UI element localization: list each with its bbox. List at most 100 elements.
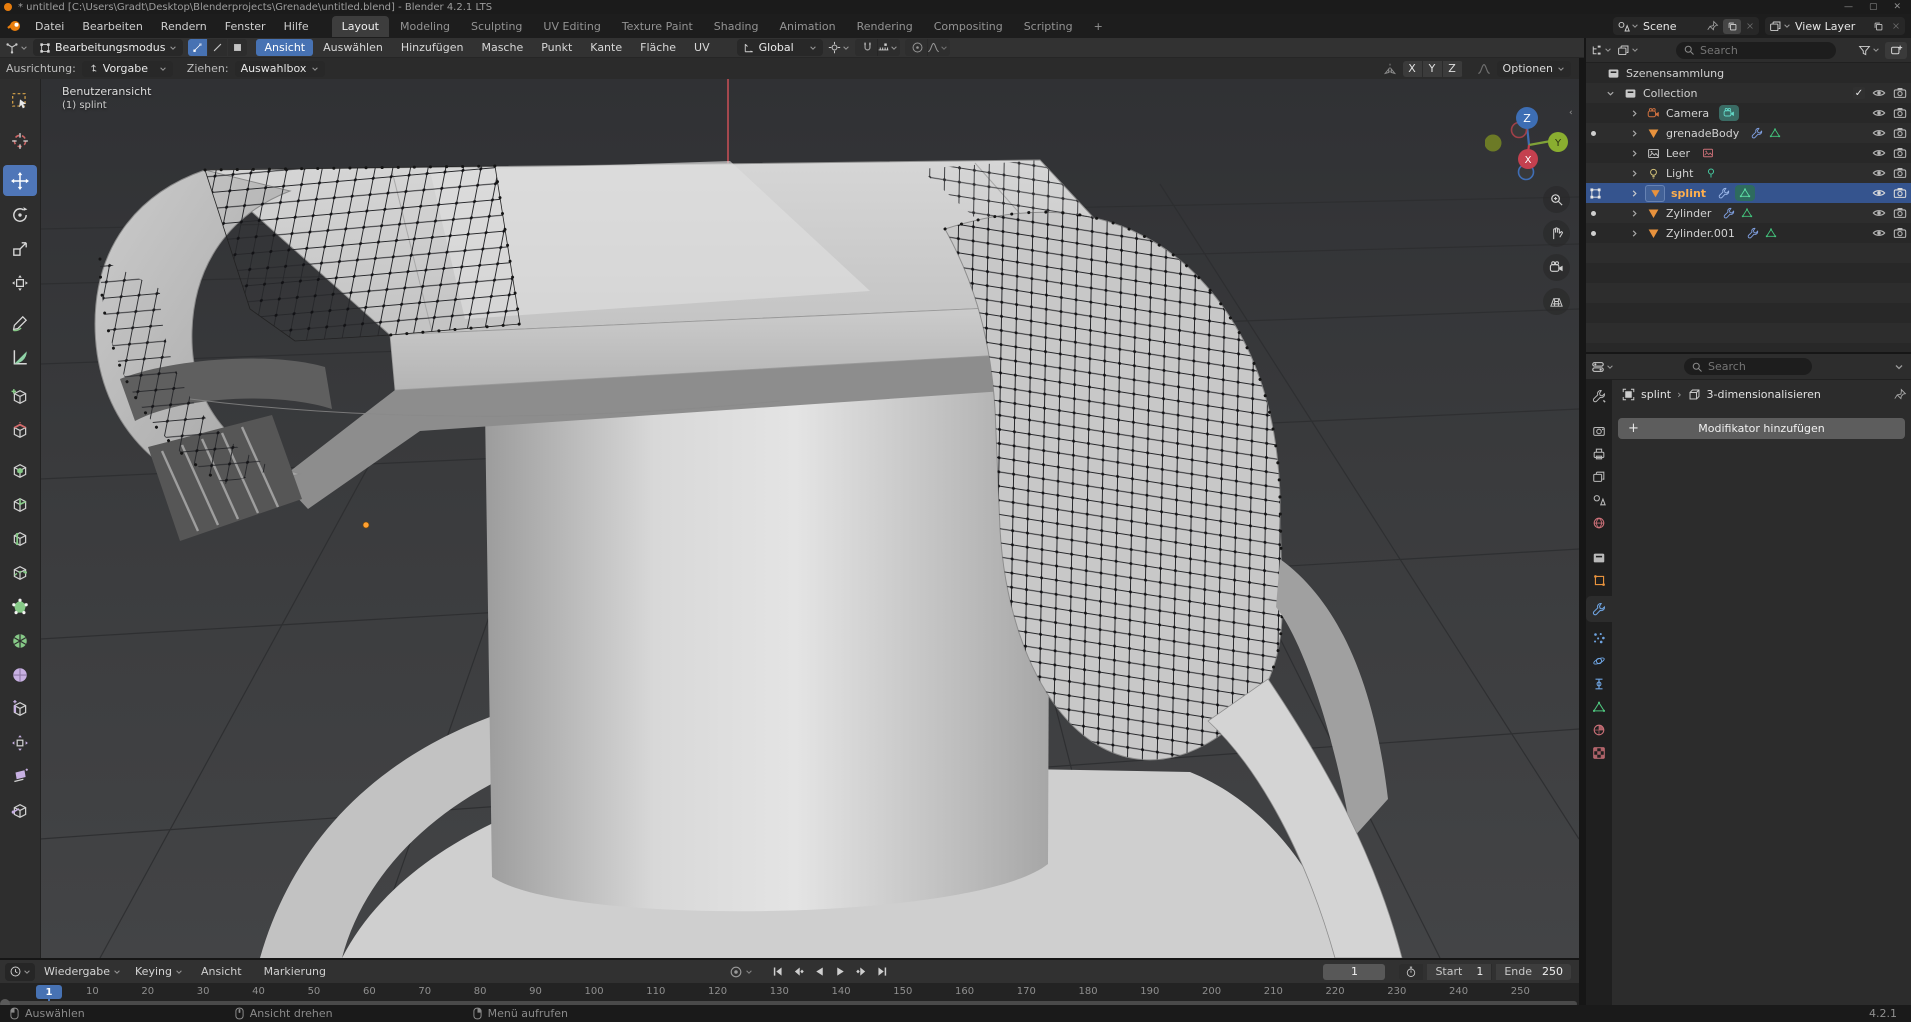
outliner-row-scene-collection[interactable]: Szenensammlung xyxy=(1586,63,1911,83)
tool-bevel[interactable] xyxy=(3,489,37,520)
play-reverse-button[interactable] xyxy=(813,965,826,978)
image-data-icon[interactable] xyxy=(1702,147,1714,159)
drag-dropdown[interactable]: Auswahlbox xyxy=(235,61,325,77)
tool-annotate[interactable] xyxy=(3,307,37,338)
modifier-wrench-icon[interactable] xyxy=(1723,207,1735,219)
tab-object-data[interactable] xyxy=(1592,700,1606,714)
viewport-menu-item[interactable]: Kante xyxy=(582,39,630,56)
hide-eye-icon[interactable] xyxy=(1872,166,1886,180)
menu-item[interactable]: Fenster xyxy=(216,15,275,37)
proportional-falloff-button[interactable] xyxy=(927,39,947,56)
viewport-menu-item[interactable]: Punkt xyxy=(533,39,580,56)
tool-knife[interactable] xyxy=(3,557,37,588)
tool-edge-slide[interactable] xyxy=(3,693,37,724)
workspace-tab[interactable]: Scripting xyxy=(1014,16,1083,37)
tool-spin[interactable] xyxy=(3,625,37,656)
tab-particles[interactable] xyxy=(1592,631,1606,645)
tool-shear[interactable] xyxy=(3,761,37,792)
tool-poly-build[interactable] xyxy=(3,591,37,622)
breadcrumb-modifier[interactable]: 3-dimensionalisieren xyxy=(1707,388,1821,401)
pivot-point-button[interactable] xyxy=(828,41,850,54)
outliner-row-grenadebody[interactable]: grenadeBody xyxy=(1586,123,1911,143)
workspace-tab[interactable]: Compositing xyxy=(924,16,1013,37)
outliner-row-leer[interactable]: Leer xyxy=(1586,143,1911,163)
tool-move[interactable] xyxy=(3,165,37,196)
maximize-button[interactable]: ▢ xyxy=(1869,2,1878,12)
workspace-tab[interactable]: Modeling xyxy=(390,16,460,37)
outliner-row-zylinder[interactable]: Zylinder xyxy=(1586,203,1911,223)
tab-constraints[interactable] xyxy=(1592,677,1606,691)
current-frame-field[interactable]: 1 xyxy=(1323,964,1385,980)
jump-to-end-button[interactable] xyxy=(876,965,889,978)
snap-toggle-button[interactable] xyxy=(858,39,877,56)
tool-inset-faces[interactable] xyxy=(3,455,37,486)
hide-eye-icon[interactable] xyxy=(1872,186,1886,200)
workspace-tab[interactable]: Sculpting xyxy=(461,16,532,37)
expand-icon[interactable] xyxy=(1630,229,1639,238)
timeline-editor-type-button[interactable] xyxy=(5,963,35,981)
mesh-data-icon[interactable] xyxy=(1765,227,1777,239)
axis-toggle-button[interactable]: X xyxy=(1403,61,1423,77)
tab-texture[interactable] xyxy=(1592,746,1606,760)
modifier-wrench-icon[interactable] xyxy=(1718,187,1730,199)
expand-icon[interactable] xyxy=(1630,169,1639,178)
tool-extrude-region[interactable] xyxy=(3,415,37,446)
menu-item[interactable]: Bearbeiten xyxy=(73,15,151,37)
tab-collection[interactable] xyxy=(1592,551,1606,565)
pin-icon[interactable] xyxy=(1707,20,1719,32)
tab-object[interactable] xyxy=(1593,574,1606,587)
navigation-gizmo[interactable]: Z Y X xyxy=(1485,93,1577,193)
mode-dropdown[interactable]: Bearbeitungsmodus xyxy=(33,39,183,56)
tab-scene[interactable] xyxy=(1592,493,1606,507)
add-modifier-button[interactable]: + Modifikator hinzufügen xyxy=(1618,418,1905,439)
render-visibility-icon[interactable] xyxy=(1893,186,1907,200)
tool-loop-cut[interactable] xyxy=(3,523,37,554)
render-visibility-icon[interactable] xyxy=(1893,126,1907,140)
workspace-tab[interactable]: + xyxy=(1084,16,1113,37)
expand-icon[interactable] xyxy=(1630,129,1639,138)
edge-select-button[interactable] xyxy=(208,39,227,56)
expand-icon[interactable] xyxy=(1630,189,1639,198)
timeline-view-menu[interactable]: Ansicht xyxy=(192,961,251,983)
hide-eye-icon[interactable] xyxy=(1872,86,1886,100)
modifier-wrench-icon[interactable] xyxy=(1751,127,1763,139)
play-button[interactable] xyxy=(834,965,847,978)
render-visibility-icon[interactable] xyxy=(1893,206,1907,220)
tool-smooth[interactable] xyxy=(3,659,37,690)
tool-add-cube[interactable] xyxy=(3,381,37,412)
pin-icon[interactable] xyxy=(1894,388,1907,401)
viewport-menu-item[interactable]: Masche xyxy=(473,39,531,56)
tab-modifiers[interactable] xyxy=(1586,596,1612,622)
toggle-perspective-button[interactable] xyxy=(1543,288,1570,315)
tab-view-layer[interactable] xyxy=(1592,470,1606,484)
transform-orientation-dropdown[interactable]: Global xyxy=(737,39,823,56)
breadcrumb-object[interactable]: splint xyxy=(1641,388,1671,401)
mesh-data-icon[interactable] xyxy=(1769,127,1781,139)
tab-world[interactable] xyxy=(1592,516,1606,530)
auto-keying-button[interactable] xyxy=(729,965,753,979)
tool-rip-region[interactable] xyxy=(3,795,37,826)
expand-icon[interactable] xyxy=(1630,109,1639,118)
outliner-display-mode-button[interactable] xyxy=(1590,44,1612,57)
editor-type-button[interactable] xyxy=(5,41,28,55)
viewport-3d[interactable]: Benutzeransicht (1) splint xyxy=(40,79,1579,958)
current-frame-marker[interactable]: 1 xyxy=(36,985,62,999)
vertex-select-button[interactable] xyxy=(188,39,207,56)
new-scene-button[interactable] xyxy=(1723,19,1741,34)
hide-eye-icon[interactable] xyxy=(1872,126,1886,140)
tab-output[interactable] xyxy=(1592,447,1606,461)
light-data-icon[interactable] xyxy=(1705,167,1717,179)
close-button[interactable]: ✕ xyxy=(1893,2,1901,12)
modifier-wrench-icon[interactable] xyxy=(1747,227,1759,239)
viewport-menu-item[interactable]: Auswählen xyxy=(315,39,391,56)
hide-eye-icon[interactable] xyxy=(1872,146,1886,160)
menu-item[interactable]: Rendern xyxy=(152,15,216,37)
viewport-menu-item[interactable]: Hinzufügen xyxy=(393,39,472,56)
blender-logo-icon[interactable] xyxy=(6,18,22,34)
menu-item[interactable]: Datei xyxy=(26,15,73,37)
expand-icon[interactable] xyxy=(1630,209,1639,218)
jump-to-start-button[interactable] xyxy=(771,965,784,978)
orientation-dropdown[interactable]: Vorgabe xyxy=(82,61,173,77)
render-visibility-icon[interactable] xyxy=(1893,106,1907,120)
workspace-tab[interactable]: Animation xyxy=(769,16,845,37)
